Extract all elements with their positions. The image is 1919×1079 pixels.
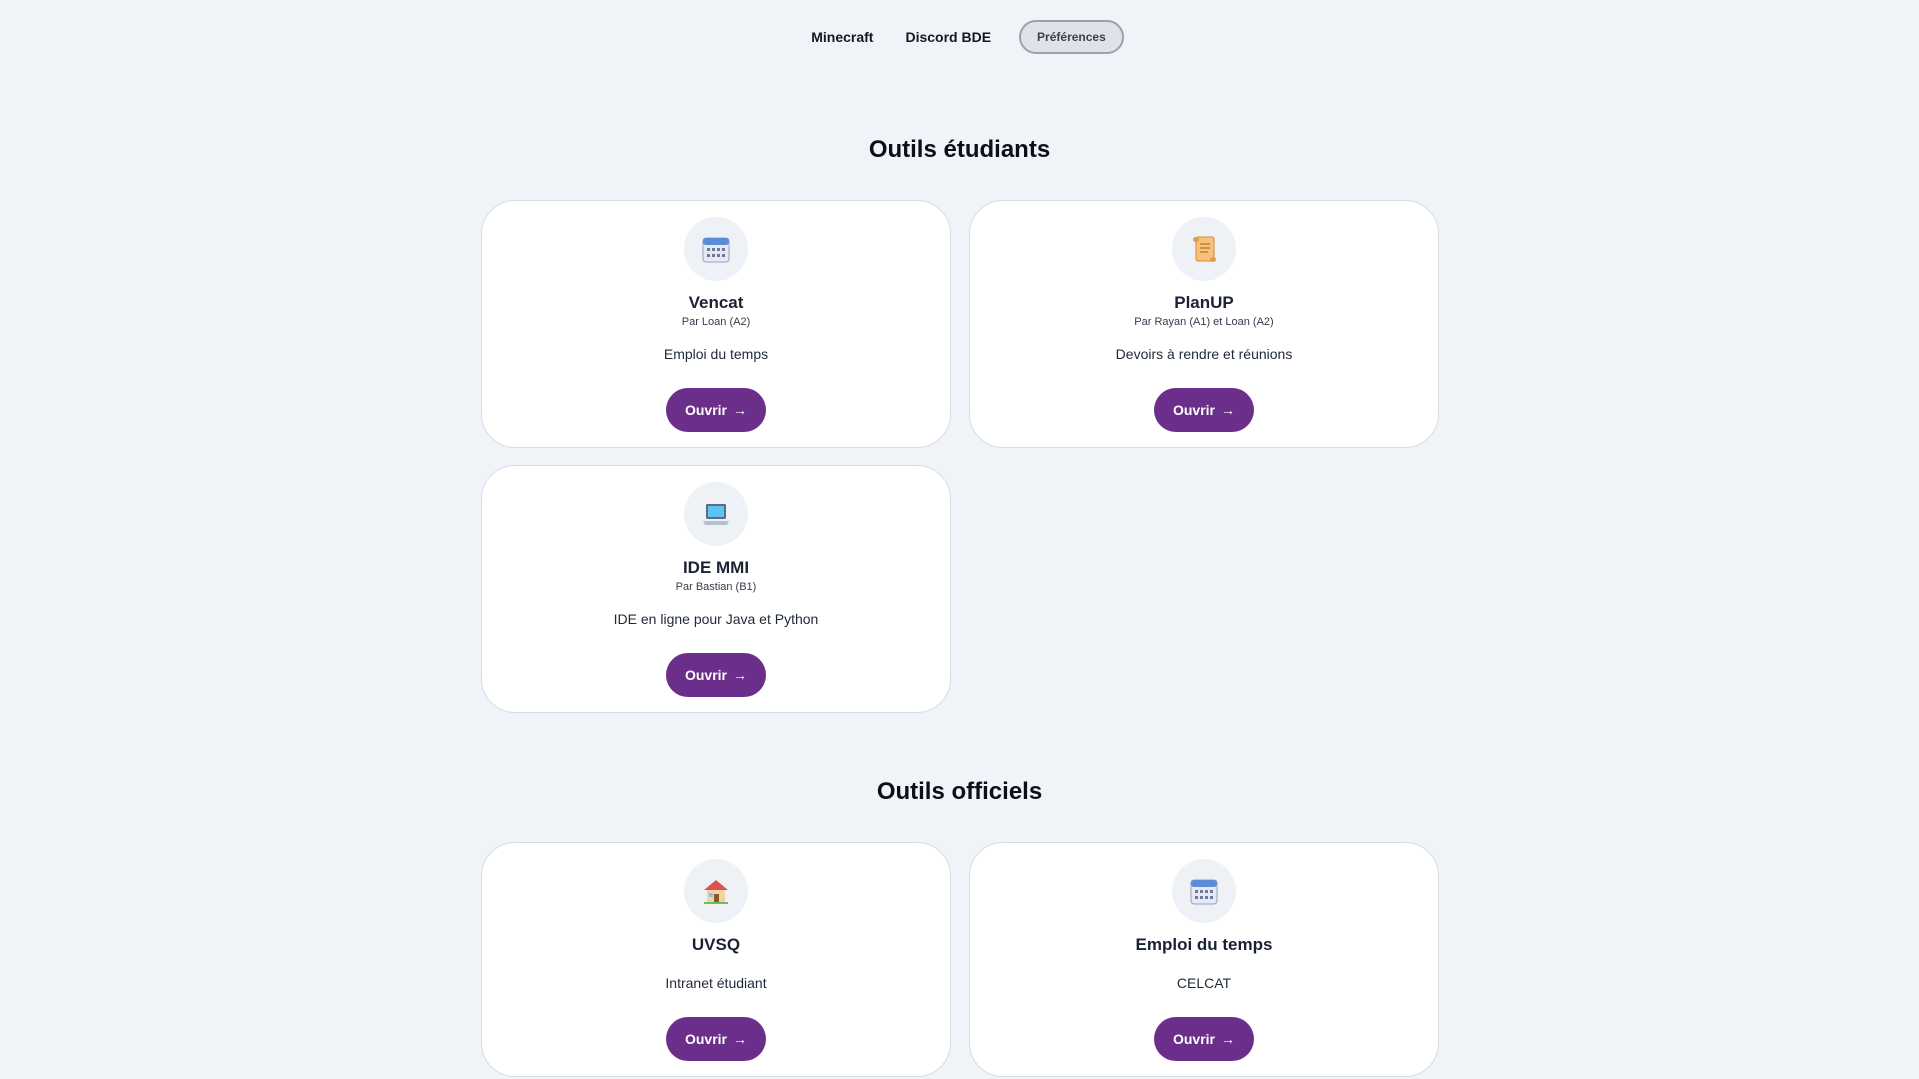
- icon-circle: [684, 217, 748, 281]
- section-title-official-tools: Outils officiels: [876, 778, 1043, 805]
- section-title-student-tools: Outils étudiants: [868, 136, 1051, 163]
- preferences-button[interactable]: Préférences: [1019, 20, 1124, 54]
- card-description: Emploi du temps: [663, 346, 769, 362]
- open-button[interactable]: Ouvrir →: [666, 388, 766, 432]
- open-button[interactable]: Ouvrir →: [666, 653, 766, 697]
- card-description: Devoirs à rendre et réunions: [1115, 346, 1293, 362]
- scroll-icon: [1193, 236, 1216, 262]
- card-description: CELCAT: [1176, 975, 1232, 991]
- icon-circle: [684, 482, 748, 546]
- house-icon: [704, 880, 728, 904]
- card-author: Par Rayan (A1) et Loan (A2): [1134, 316, 1274, 328]
- open-button-label: Ouvrir: [1172, 1031, 1215, 1047]
- calendar-icon: [1190, 879, 1218, 905]
- tool-card-emploi-du-temps: Emploi du temps CELCAT Ouvrir →: [969, 842, 1439, 1077]
- card-author: Par Loan (A2): [681, 316, 751, 328]
- icon-circle: [1172, 217, 1236, 281]
- icon-circle: [1172, 859, 1236, 923]
- tool-card-uvsq: UVSQ Intranet étudiant Ouvrir →: [481, 842, 951, 1077]
- card-author: Par Bastian (B1): [675, 581, 757, 593]
- card-description: IDE en ligne pour Java et Python: [613, 611, 819, 627]
- arrow-right-icon: →: [1221, 402, 1235, 418]
- open-button-label: Ouvrir: [684, 667, 727, 683]
- calendar-icon: [702, 237, 730, 263]
- card-title: IDE MMI: [682, 558, 750, 577]
- arrow-right-icon: →: [733, 402, 747, 418]
- arrow-right-icon: →: [733, 1031, 747, 1047]
- arrow-right-icon: →: [1221, 1031, 1235, 1047]
- open-button-label: Ouvrir: [684, 1031, 727, 1047]
- top-navigation: Minecraft Discord BDE Préférences: [0, 19, 1919, 55]
- card-title: PlanUP: [1174, 293, 1234, 312]
- card-title: Emploi du temps: [1135, 935, 1273, 954]
- tool-card-planup: PlanUP Par Rayan (A1) et Loan (A2) Devoi…: [969, 200, 1439, 448]
- open-button-label: Ouvrir: [684, 402, 727, 418]
- open-button[interactable]: Ouvrir →: [666, 1017, 766, 1061]
- card-title: UVSQ: [691, 935, 741, 954]
- open-button-label: Ouvrir: [1172, 402, 1215, 418]
- card-title: Vencat: [688, 293, 744, 312]
- laptop-icon: [703, 504, 729, 525]
- nav-link-discord-bde[interactable]: Discord BDE: [889, 19, 1007, 55]
- nav-link-minecraft[interactable]: Minecraft: [795, 19, 889, 55]
- tool-card-ide-mmi: IDE MMI Par Bastian (B1) IDE en ligne po…: [481, 465, 951, 713]
- icon-circle: [684, 859, 748, 923]
- card-description: Intranet étudiant: [665, 975, 767, 991]
- open-button[interactable]: Ouvrir →: [1154, 388, 1254, 432]
- tool-card-vencat: Vencat Par Loan (A2) Emploi du temps Ouv…: [481, 200, 951, 448]
- open-button[interactable]: Ouvrir →: [1154, 1017, 1254, 1061]
- arrow-right-icon: →: [733, 667, 747, 683]
